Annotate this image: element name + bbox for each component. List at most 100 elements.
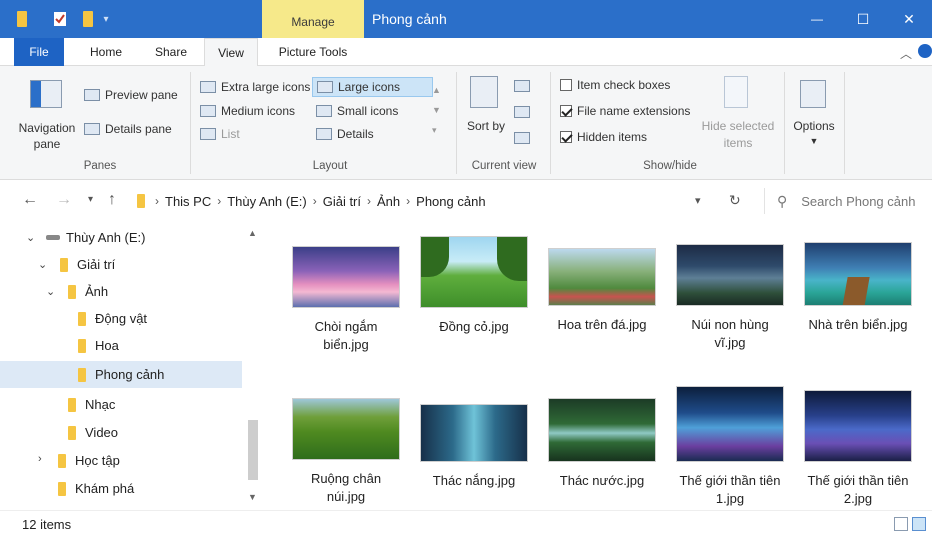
- chevron-down-icon[interactable]: ⌄: [38, 258, 47, 271]
- nav-item-label: Thùy Anh (E:): [66, 230, 146, 245]
- small-icons-button[interactable]: Small icons: [316, 104, 398, 118]
- nav-item-video[interactable]: Video: [0, 419, 242, 446]
- nav-item-kham-pha[interactable]: Khám phá: [0, 475, 242, 502]
- breadcrumb-this-pc[interactable]: This PC: [165, 194, 211, 209]
- ribbon-separator: [456, 72, 457, 174]
- file-item[interactable]: Thế giới thần tiên 2.jpg: [804, 390, 912, 508]
- file-item[interactable]: Núi non hùng vĩ.jpg: [676, 244, 784, 352]
- breadcrumb-separator-icon[interactable]: ›: [367, 194, 371, 208]
- nav-item-dong-vat[interactable]: Động vật: [0, 305, 242, 332]
- file-item[interactable]: Nhà trên biển.jpg: [804, 242, 912, 334]
- item-check-boxes-checkbox[interactable]: [560, 79, 572, 91]
- medium-icons-button[interactable]: Medium icons: [200, 104, 295, 118]
- large-icons-button[interactable]: Large icons: [312, 77, 434, 97]
- layout-scroll-icon[interactable]: ▲ ▼ ▾: [432, 80, 441, 140]
- nav-item-hoa[interactable]: Hoa: [0, 332, 242, 359]
- details-label: Details: [337, 127, 374, 141]
- properties-icon[interactable]: [52, 10, 68, 28]
- preview-pane-button[interactable]: Preview pane: [84, 88, 178, 102]
- collapse-ribbon-icon[interactable]: ︿: [900, 45, 912, 62]
- hide-selected-items-button[interactable]: Hide selected items: [698, 74, 778, 158]
- list-button[interactable]: List: [200, 127, 240, 141]
- group-by-icon[interactable]: [514, 80, 530, 92]
- nav-item-drive[interactable]: ⌄ Thùy Anh (E:): [0, 224, 242, 251]
- tab-manage[interactable]: Manage: [262, 0, 364, 38]
- extra-large-icons-button[interactable]: Extra large icons: [200, 80, 310, 94]
- options-button[interactable]: Options ▼: [790, 74, 838, 158]
- tab-home[interactable]: Home: [80, 38, 132, 66]
- details-pane-button[interactable]: Details pane: [84, 122, 172, 136]
- address-bar[interactable]: › This PC › Thùy Anh (E:) › Giải trí › Ả…: [128, 188, 752, 214]
- quick-access-dropdown-icon[interactable]: ▾: [100, 10, 112, 28]
- item-check-boxes-toggle[interactable]: Item check boxes: [560, 78, 670, 92]
- nav-item-nhac[interactable]: Nhạc: [0, 391, 242, 418]
- file-name: Hoa trên đá.jpg: [557, 317, 647, 332]
- search-input[interactable]: ⚲ Search Phong cảnh: [764, 188, 932, 214]
- navigation-pane-icon: [30, 80, 62, 108]
- tab-picture-tools[interactable]: Picture Tools: [268, 38, 358, 66]
- tab-view[interactable]: View: [204, 38, 258, 67]
- back-arrow-icon[interactable]: ←: [22, 191, 38, 209]
- folder-icon: [68, 425, 76, 440]
- file-item[interactable]: Đồng cỏ.jpg: [420, 236, 528, 336]
- scrollbar-thumb[interactable]: [248, 420, 258, 480]
- scroll-up-icon[interactable]: ▲: [248, 228, 257, 238]
- ribbon-separator: [784, 72, 785, 174]
- hidden-items-toggle[interactable]: Hidden items: [560, 130, 647, 144]
- sort-by-button[interactable]: Sort by: [466, 74, 506, 158]
- file-item[interactable]: Thế giới thần tiên 1.jpg: [676, 386, 784, 508]
- tab-share[interactable]: Share: [146, 38, 196, 66]
- thumbnail-image: [804, 242, 912, 306]
- details-view-icon[interactable]: [894, 517, 908, 531]
- close-button[interactable]: ✕: [886, 0, 932, 38]
- address-dropdown-icon[interactable]: ▾: [695, 194, 701, 207]
- file-item[interactable]: Thác nắng.jpg: [420, 404, 528, 490]
- breadcrumb-anh[interactable]: Ảnh: [377, 194, 400, 209]
- nav-item-giai-tri[interactable]: ⌄ Giải trí: [0, 251, 242, 278]
- hidden-items-checkbox[interactable]: [560, 131, 572, 143]
- nav-item-phong-canh[interactable]: Phong cảnh: [0, 361, 242, 388]
- maximize-button[interactable]: ☐: [840, 0, 886, 38]
- breadcrumb-separator-icon[interactable]: ›: [155, 194, 159, 208]
- nav-item-hoc-tap[interactable]: › Học tập: [0, 447, 242, 474]
- nav-item-anh[interactable]: ⌄ Ảnh: [0, 278, 242, 305]
- new-folder-icon[interactable]: [80, 10, 96, 28]
- breadcrumb-separator-icon[interactable]: ›: [406, 194, 410, 208]
- forward-arrow-icon[interactable]: →: [56, 191, 72, 209]
- drive-icon: [46, 235, 60, 240]
- chevron-down-icon[interactable]: ⌄: [26, 231, 35, 244]
- file-item[interactable]: Chòi ngắm biển.jpg: [292, 246, 400, 354]
- ribbon-tabs: File Home Share View Picture Tools ︿: [0, 38, 932, 67]
- breadcrumb-phong-canh[interactable]: Phong cảnh: [416, 194, 485, 209]
- folder-icon: [78, 311, 86, 326]
- chevron-down-icon[interactable]: ⌄: [46, 285, 55, 298]
- tab-file[interactable]: File: [14, 38, 64, 66]
- size-columns-icon[interactable]: [514, 132, 530, 144]
- nav-item-label: Giải trí: [77, 257, 116, 272]
- details-button[interactable]: Details: [316, 127, 374, 141]
- nav-scrollbar[interactable]: ▲ ▼: [244, 220, 262, 510]
- item-count: 12 items: [22, 517, 72, 532]
- file-name-extensions-toggle[interactable]: File name extensions: [560, 104, 690, 118]
- breadcrumb-separator-icon[interactable]: ›: [217, 194, 221, 208]
- folder-icon: [78, 338, 86, 353]
- scroll-down-icon[interactable]: ▼: [248, 492, 257, 502]
- file-name-extensions-checkbox[interactable]: [560, 105, 572, 117]
- breadcrumb-giai-tri[interactable]: Giải trí: [323, 194, 361, 209]
- help-icon[interactable]: [918, 44, 932, 58]
- minimize-button[interactable]: —: [794, 0, 840, 38]
- breadcrumb-drive[interactable]: Thùy Anh (E:): [227, 194, 306, 209]
- thumbnail-image: [548, 398, 656, 462]
- recent-locations-chevron-icon[interactable]: ▾: [88, 191, 93, 209]
- file-item[interactable]: Thác nước.jpg: [548, 398, 656, 490]
- navigation-pane-button[interactable]: Navigation pane: [16, 76, 78, 156]
- add-columns-icon[interactable]: [514, 106, 530, 118]
- file-item[interactable]: Ruộng chân núi.jpg: [292, 398, 400, 506]
- up-arrow-icon[interactable]: ↑: [108, 191, 116, 209]
- chevron-right-icon[interactable]: ›: [38, 453, 42, 465]
- breadcrumb-separator-icon[interactable]: ›: [313, 194, 317, 208]
- refresh-icon[interactable]: ↻: [729, 192, 741, 209]
- large-icons-view-icon[interactable]: [912, 517, 926, 531]
- thumbnail-image: [676, 386, 784, 462]
- file-item[interactable]: Hoa trên đá.jpg: [548, 248, 656, 334]
